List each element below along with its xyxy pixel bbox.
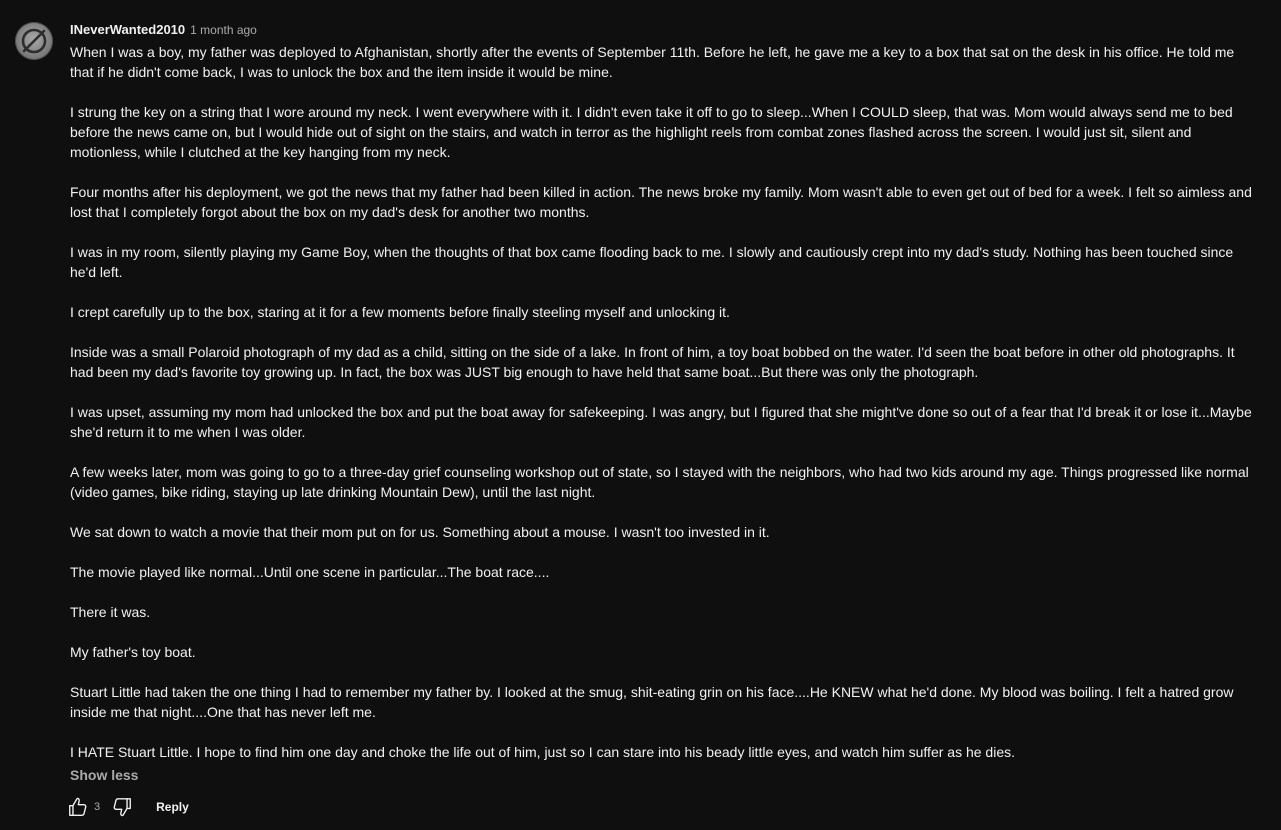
comment-paragraph: I crept carefully up to the box, staring… xyxy=(70,304,730,320)
comment-body: When I was a boy, my father was deployed… xyxy=(70,42,1260,762)
comment-paragraph: When I was a boy, my father was deployed… xyxy=(70,44,1235,80)
comment-paragraph: My father's toy boat. xyxy=(70,644,196,660)
reply-button[interactable]: Reply xyxy=(156,800,189,814)
default-avatar-icon xyxy=(15,22,53,60)
comment-paragraph: I was upset, assuming my mom had unlocke… xyxy=(70,404,1252,440)
comment-paragraph: Stuart Little had taken the one thing I … xyxy=(70,684,1234,720)
comment-paragraph: I strung the key on a string that I wore… xyxy=(70,104,1233,160)
comment-paragraph: Inside was a small Polaroid photograph o… xyxy=(70,344,1235,380)
comment-paragraph: We sat down to watch a movie that their … xyxy=(70,524,770,540)
like-button[interactable] xyxy=(66,795,90,819)
comment-paragraph: There it was. xyxy=(70,604,151,620)
comment-paragraph: Four months after his deployment, we got… xyxy=(70,184,1252,220)
comment-thread: INeverWanted2010 1 month ago When I was … xyxy=(0,0,1281,830)
dislike-button[interactable] xyxy=(110,795,134,819)
comment-paragraph: The movie played like normal...Until one… xyxy=(70,564,550,580)
comment-timestamp[interactable]: 1 month ago xyxy=(190,23,257,37)
author-avatar[interactable] xyxy=(15,22,53,60)
comment-actions: 3 Reply xyxy=(66,795,189,819)
like-count: 3 xyxy=(94,801,101,813)
show-less-button[interactable]: Show less xyxy=(70,767,138,783)
author-name[interactable]: INeverWanted2010 xyxy=(70,22,185,37)
comment-paragraph: I was in my room, silently playing my Ga… xyxy=(70,244,1234,280)
comment-paragraph: I HATE Stuart Little. I hope to find him… xyxy=(70,744,1015,760)
thumbs-down-icon xyxy=(113,798,132,817)
comment-header: INeverWanted2010 1 month ago xyxy=(70,22,257,38)
comment-paragraph: A few weeks later, mom was going to go t… xyxy=(70,464,1249,500)
thumbs-up-icon xyxy=(69,797,87,816)
